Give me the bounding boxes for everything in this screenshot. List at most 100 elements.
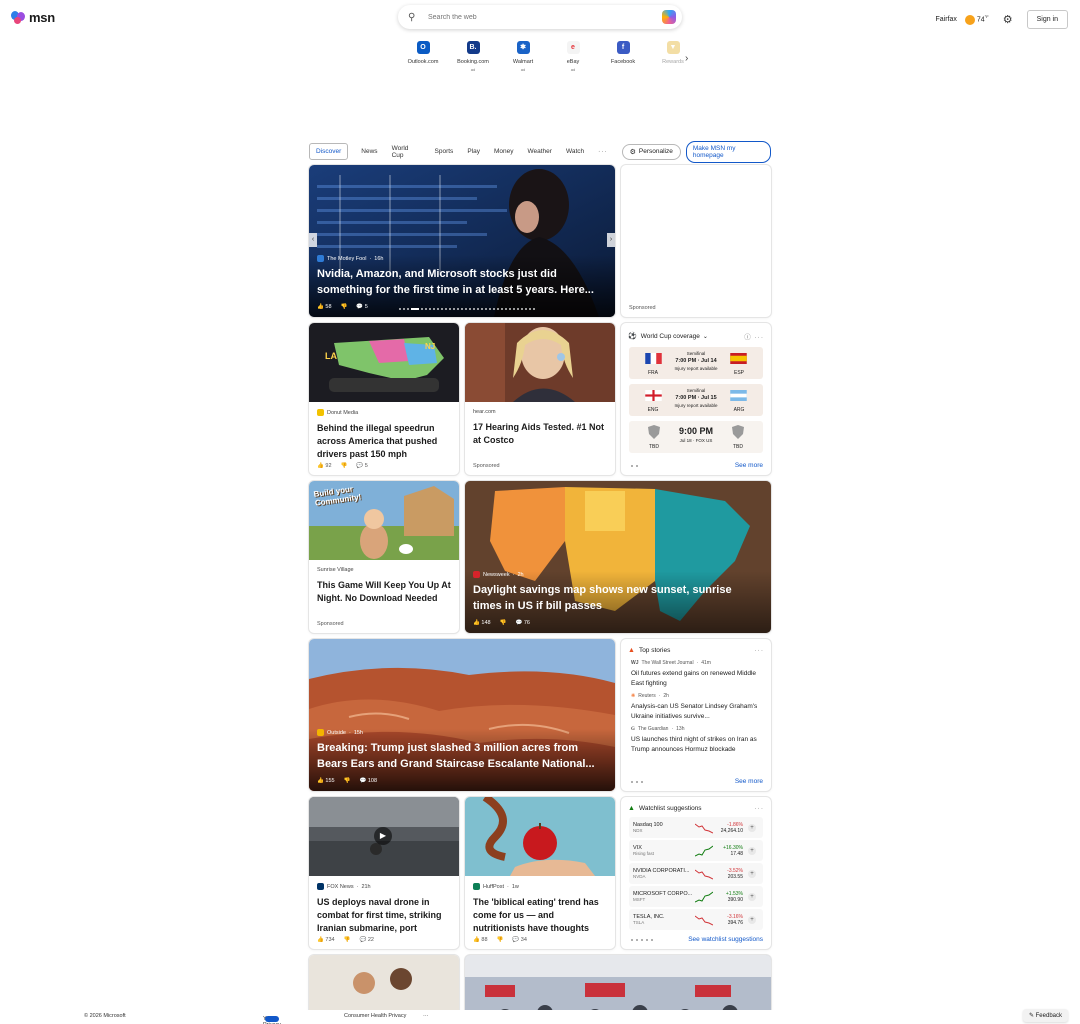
ad-card-game[interactable]: Build your Community! Sunrise Village Th… <box>309 481 459 633</box>
like-button[interactable]: 👍 58 <box>317 304 332 310</box>
dislike-icon[interactable]: 👎 <box>341 304 348 310</box>
dislike-icon[interactable]: 👎 <box>497 937 504 943</box>
story-item[interactable]: ❋ Reuters · 2h Analysis-can US Senator Lind… <box>621 693 771 721</box>
tab-play[interactable]: Play <box>467 148 480 155</box>
dislike-icon[interactable]: 👎 <box>341 463 348 469</box>
sign-in-button[interactable]: Sign in <box>1026 10 1068 29</box>
comment-button[interactable]: 💬 34 <box>512 937 527 943</box>
like-button[interactable]: 👍 148 <box>473 620 491 626</box>
quick-link[interactable]: f Facebook <box>598 40 648 72</box>
comment-button[interactable]: 💬 22 <box>359 937 374 943</box>
card-title[interactable]: The 'biblical eating' trend has come for… <box>473 896 607 935</box>
msn-logo[interactable]: msn <box>11 10 55 25</box>
widget-title[interactable]: World Cup coverage <box>641 333 700 340</box>
stock-row[interactable]: NVIDIA CORPORATI... NVDA -3.52% 203.55 + <box>629 863 763 884</box>
add-to-watchlist-icon[interactable]: + <box>748 869 756 878</box>
story-item[interactable]: WJ The Wall Street Journal · 41m Oil future… <box>621 660 771 688</box>
card-title[interactable]: Breaking: Trump just slashed 3 million a… <box>317 741 607 772</box>
quick-link[interactable]: e eBay ad <box>548 40 598 72</box>
see-more-link[interactable]: See more <box>735 778 763 785</box>
stock-row[interactable]: TESLA, INC. TSLA -3.16% 394.76 + <box>629 909 763 930</box>
news-card-naval-drone[interactable]: ▶ FOX News · 21h US deploys naval drone in… <box>309 797 459 949</box>
quick-link[interactable]: ▼ Rewards <box>648 40 698 72</box>
story-title[interactable]: Analysis-can US Senator Lindsey Graham's… <box>631 702 761 721</box>
dislike-icon[interactable]: 👎 <box>500 620 507 626</box>
widget-pager[interactable] <box>631 781 643 783</box>
comment-button[interactable]: 💬 76 <box>515 620 530 626</box>
tab-sports[interactable]: Sports <box>435 148 454 155</box>
like-button[interactable]: 👍 734 <box>317 937 335 943</box>
search-input[interactable] <box>428 13 662 21</box>
widget-menu-icon[interactable]: ··· <box>755 805 765 812</box>
carousel-prev-icon[interactable]: ‹ <box>309 233 317 247</box>
comment-button[interactable]: 💬 108 <box>359 778 377 784</box>
footer-more-icon[interactable]: ··· <box>423 1013 429 1019</box>
card-title[interactable]: Daylight savings map shows new sunset, s… <box>473 583 763 614</box>
ad-tile[interactable]: Sponsored <box>621 165 771 317</box>
widget-menu-icon[interactable]: ⓘ ··· <box>744 331 764 341</box>
match-card[interactable]: Semifinal 7:00 PM · Jul 14 Injury report… <box>629 347 763 379</box>
story-item[interactable]: G The Guardian · 13h US launches third nigh… <box>621 726 771 754</box>
dislike-icon[interactable]: 👎 <box>344 778 351 784</box>
widget-title[interactable]: Top stories <box>639 647 670 654</box>
more-tabs-icon[interactable]: ··· <box>598 148 608 155</box>
match-card[interactable]: 9:00 PM Jul 18 · FOX US TBD TBD <box>629 421 763 453</box>
weather-widget[interactable]: 74°F <box>964 14 989 25</box>
like-button[interactable]: 👍 88 <box>473 937 488 943</box>
play-icon[interactable]: ▶ <box>374 827 392 845</box>
stock-row[interactable]: VIX Rising fast +16.30% 17.48 + <box>629 840 763 861</box>
like-button[interactable]: 👍 92 <box>317 463 332 469</box>
see-watchlist-link[interactable]: See watchlist suggestions <box>688 936 763 943</box>
settings-gear-icon[interactable]: ⚙ <box>1003 13 1013 26</box>
feedback-button[interactable]: ✎ Feedback <box>1022 1009 1068 1022</box>
match-card[interactable]: Semifinal 7:00 PM · Jul 15 Injury report… <box>629 384 763 416</box>
story-title[interactable]: US launches third night of strikes on Ir… <box>631 735 761 754</box>
dislike-icon[interactable]: 👎 <box>344 937 351 943</box>
card-title[interactable]: 17 Hearing Aids Tested. #1 Not at Costco <box>473 421 607 447</box>
add-to-watchlist-icon[interactable]: + <box>748 846 756 855</box>
tab-discover[interactable]: Discover <box>309 143 349 160</box>
comment-button[interactable]: 💬 5 <box>356 304 367 310</box>
news-card-biblical-eating[interactable]: HuffPost · 1w The 'biblical eating' trend … <box>465 797 615 949</box>
hero-card[interactable]: ‹ › The Motley Fool · 16h Nvidia, Amazon, … <box>309 165 615 317</box>
widget-pager[interactable] <box>631 939 653 941</box>
news-card-speedrun[interactable]: LA NJ Donut Media Behind the illegal spe… <box>309 323 459 475</box>
add-to-watchlist-icon[interactable]: + <box>748 892 756 901</box>
tab-watch[interactable]: Watch <box>566 148 584 155</box>
copilot-icon[interactable] <box>662 10 676 24</box>
quick-link[interactable]: B. Booking.com ad <box>448 40 498 72</box>
widget-pager[interactable] <box>631 465 638 467</box>
stock-row[interactable]: Nasdaq 100 NDX -1.86% 24,264.10 + <box>629 817 763 838</box>
watchlist-widget: ▲ Watchlist suggestions ··· Nasdaq 100 ND… <box>621 797 771 949</box>
location-label[interactable]: Fairfax <box>936 16 957 23</box>
comment-button[interactable]: 💬 5 <box>356 463 367 469</box>
see-more-link[interactable]: See more <box>735 462 763 469</box>
quick-link[interactable]: ✱ Walmart ad <box>498 40 548 72</box>
tab-world-cup[interactable]: World Cup <box>392 145 421 159</box>
add-to-watchlist-icon[interactable]: + <box>748 915 756 924</box>
quick-link[interactable]: O Outlook.com <box>398 40 448 72</box>
stock-row[interactable]: MICROSOFT CORPO... MSFT +1.53% 390.90 + <box>629 886 763 907</box>
widget-title[interactable]: Watchlist suggestions <box>639 805 702 812</box>
story-title[interactable]: Oil futures extend gains on renewed Midd… <box>631 669 761 688</box>
tab-money[interactable]: Money <box>494 148 514 155</box>
tab-news[interactable]: News <box>361 148 377 155</box>
card-title[interactable]: Behind the illegal speedrun across Ameri… <box>317 422 451 461</box>
chevron-right-icon[interactable]: › <box>685 53 688 64</box>
card-title[interactable]: This Game Will Keep You Up At Night. No … <box>317 579 451 605</box>
card-title[interactable]: US deploys naval drone in combat for fir… <box>317 896 451 935</box>
add-to-watchlist-icon[interactable]: + <box>748 823 756 832</box>
widget-menu-icon[interactable]: ··· <box>755 647 765 654</box>
search-box[interactable]: ⚲ <box>398 5 682 29</box>
ad-card-hearing[interactable]: hear.com 17 Hearing Aids Tested. #1 Not … <box>465 323 615 475</box>
news-card-daylight-map[interactable]: Newsweek · 2h Daylight savings map shows n… <box>465 481 771 633</box>
health-privacy-link[interactable]: Consumer Health Privacy <box>344 1013 406 1019</box>
like-button[interactable]: 👍 155 <box>317 778 335 784</box>
tab-weather[interactable]: Weather <box>527 148 551 155</box>
news-card-bears-ears[interactable]: Outside · 15h Breaking: Trump just slashed… <box>309 639 615 791</box>
make-homepage-button[interactable]: Make MSN my homepage <box>685 140 771 163</box>
carousel-next-icon[interactable]: › <box>607 233 615 247</box>
hero-title[interactable]: Nvidia, Amazon, and Microsoft stocks jus… <box>317 267 607 298</box>
chevron-down-icon[interactable]: ⌄ <box>703 333 708 340</box>
personalize-button[interactable]: ⚙ Personalize <box>621 143 681 160</box>
